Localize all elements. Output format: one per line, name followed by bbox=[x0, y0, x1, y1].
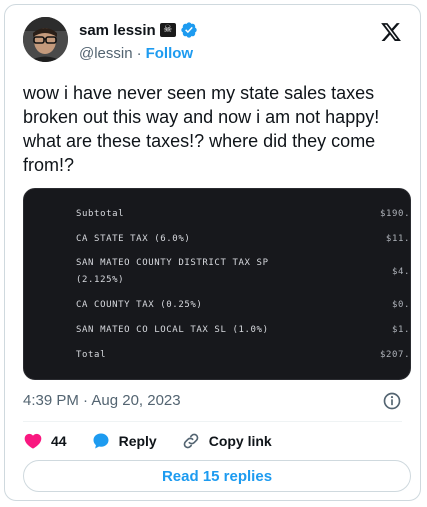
reply-bubble-icon bbox=[93, 433, 109, 449]
author-handle[interactable]: @lessin bbox=[79, 45, 133, 62]
read-replies-button[interactable]: Read 15 replies bbox=[23, 460, 411, 492]
avatar-photo bbox=[23, 17, 68, 62]
author-handle-row: @lessin · Follow bbox=[79, 45, 193, 62]
tweet-actions: 44 Reply Copy link bbox=[23, 430, 296, 452]
reply-button[interactable]: Reply bbox=[91, 431, 157, 451]
tweet-timestamp[interactable]: 4:39 PM · Aug 20, 2023 bbox=[23, 392, 181, 409]
copy-link-label: Copy link bbox=[208, 433, 272, 449]
receipt-row-label: SAN MATEO CO LOCAL TAX SL (1.0%) bbox=[76, 325, 269, 335]
reply-label: Reply bbox=[118, 433, 157, 449]
copy-link-button[interactable]: Copy link bbox=[181, 431, 272, 451]
receipt-row-amount: $1. bbox=[391, 325, 410, 335]
heart-icon bbox=[24, 433, 42, 449]
receipt-row-label-continued: (2.125%) bbox=[76, 275, 125, 285]
author-name-row: sam lessin ☠ bbox=[79, 21, 198, 39]
link-icon bbox=[183, 433, 199, 449]
receipt-row-amount: $4. bbox=[391, 267, 410, 277]
handle-separator: · bbox=[136, 45, 142, 62]
info-icon[interactable] bbox=[382, 391, 402, 411]
receipt-image[interactable]: Subtotal $190. CA STATE TAX (6.0%) $11. … bbox=[23, 188, 411, 380]
receipt-row-amount: $207. bbox=[380, 350, 410, 360]
follow-button[interactable]: Follow bbox=[146, 45, 194, 62]
receipt-row-amount: $0. bbox=[391, 300, 410, 310]
like-count: 44 bbox=[51, 433, 67, 449]
skull-icon: ☠ bbox=[159, 23, 176, 37]
divider bbox=[23, 421, 402, 422]
like-button[interactable]: 44 bbox=[23, 431, 67, 451]
tweet-text: wow i have never seen my state sales tax… bbox=[23, 83, 380, 175]
receipt-row-label: Subtotal bbox=[76, 209, 125, 219]
receipt-row-label: Total bbox=[76, 350, 107, 360]
receipt-row-label: CA STATE TAX (6.0%) bbox=[76, 234, 191, 244]
receipt-row-amount: $11. bbox=[385, 234, 410, 244]
receipt-row-amount: $190. bbox=[380, 209, 410, 219]
avatar[interactable] bbox=[23, 17, 68, 62]
author-display-name[interactable]: sam lessin bbox=[79, 22, 156, 39]
receipt-row-label: CA COUNTY TAX (0.25%) bbox=[76, 300, 203, 310]
x-logo-icon[interactable] bbox=[380, 21, 402, 43]
receipt-row-label: SAN MATEO COUNTY DISTRICT TAX SP bbox=[76, 258, 269, 268]
verified-badge-icon[interactable] bbox=[180, 21, 198, 39]
tweet-card: sam lessin ☠ @lessin · Follow wow i have… bbox=[4, 4, 421, 501]
